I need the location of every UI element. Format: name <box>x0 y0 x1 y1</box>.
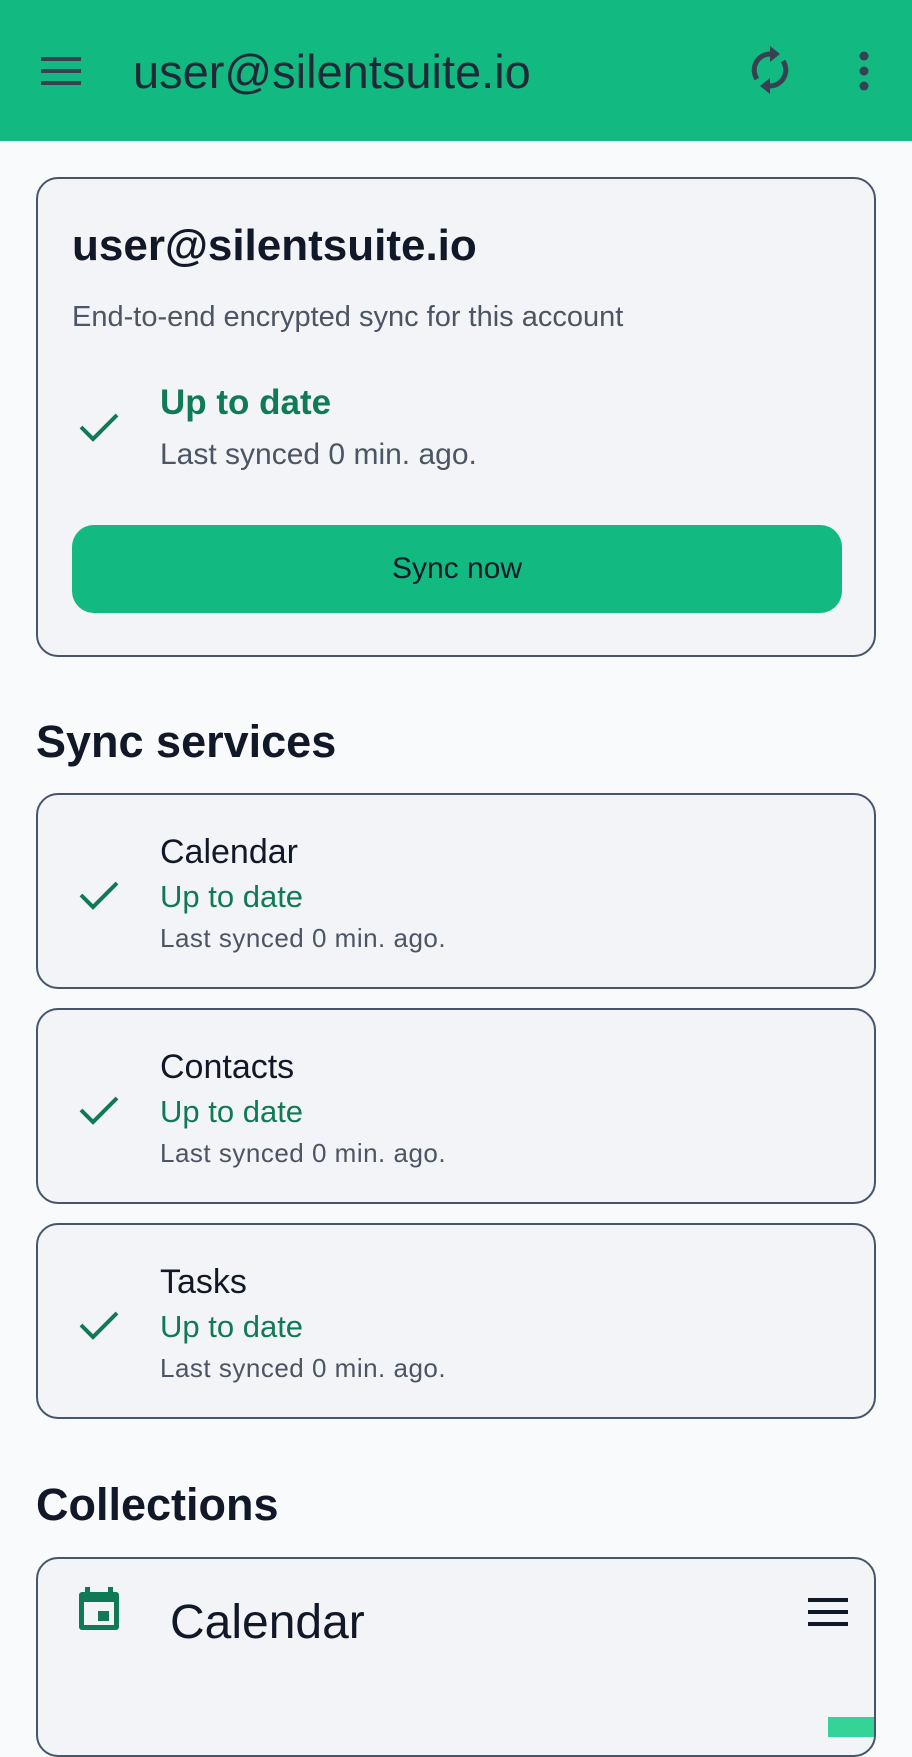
service-status: Up to date <box>160 879 304 914</box>
service-last-synced: Last synced 0 min. ago. <box>160 1138 447 1168</box>
service-card-calendar[interactable]: Calendar Up to date Last synced 0 min. a… <box>36 793 876 989</box>
sync-icon[interactable] <box>744 44 796 96</box>
collections-heading: Collections <box>36 1479 279 1530</box>
check-icon <box>76 1090 122 1130</box>
service-status: Up to date <box>160 1094 304 1129</box>
check-icon <box>76 1305 122 1345</box>
hamburger-menu-icon[interactable] <box>806 1595 850 1629</box>
service-last-synced: Last synced 0 min. ago. <box>160 923 447 953</box>
account-status: Up to date <box>160 383 332 422</box>
more-vert-icon[interactable] <box>850 50 878 92</box>
calendar-icon <box>76 1585 122 1633</box>
service-card-contacts[interactable]: Contacts Up to date Last synced 0 min. a… <box>36 1008 876 1204</box>
account-description: End-to-end encrypted sync for this accou… <box>72 301 624 333</box>
collection-name: Calendar <box>170 1596 365 1649</box>
sync-now-button[interactable]: Sync now <box>72 525 842 613</box>
account-name: user@silentsuite.io <box>72 221 477 270</box>
app-bar: user@silentsuite.io <box>0 0 912 141</box>
service-name: Contacts <box>160 1048 295 1086</box>
check-icon <box>76 407 122 447</box>
app-bar-title: user@silentsuite.io <box>133 45 531 98</box>
sync-services-heading: Sync services <box>36 716 337 767</box>
service-card-tasks[interactable]: Tasks Up to date Last synced 0 min. ago. <box>36 1223 876 1419</box>
service-last-synced: Last synced 0 min. ago. <box>160 1353 447 1383</box>
service-name: Tasks <box>160 1263 247 1301</box>
service-name: Calendar <box>160 833 298 871</box>
account-card: user@silentsuite.io End-to-end encrypted… <box>36 177 876 657</box>
account-last-synced: Last synced 0 min. ago. <box>160 438 477 471</box>
collection-color-swatch <box>828 1717 874 1737</box>
collection-card-calendar[interactable]: Calendar <box>36 1557 876 1757</box>
check-icon <box>76 875 122 915</box>
hamburger-menu-icon[interactable] <box>36 48 88 92</box>
service-status: Up to date <box>160 1309 304 1344</box>
